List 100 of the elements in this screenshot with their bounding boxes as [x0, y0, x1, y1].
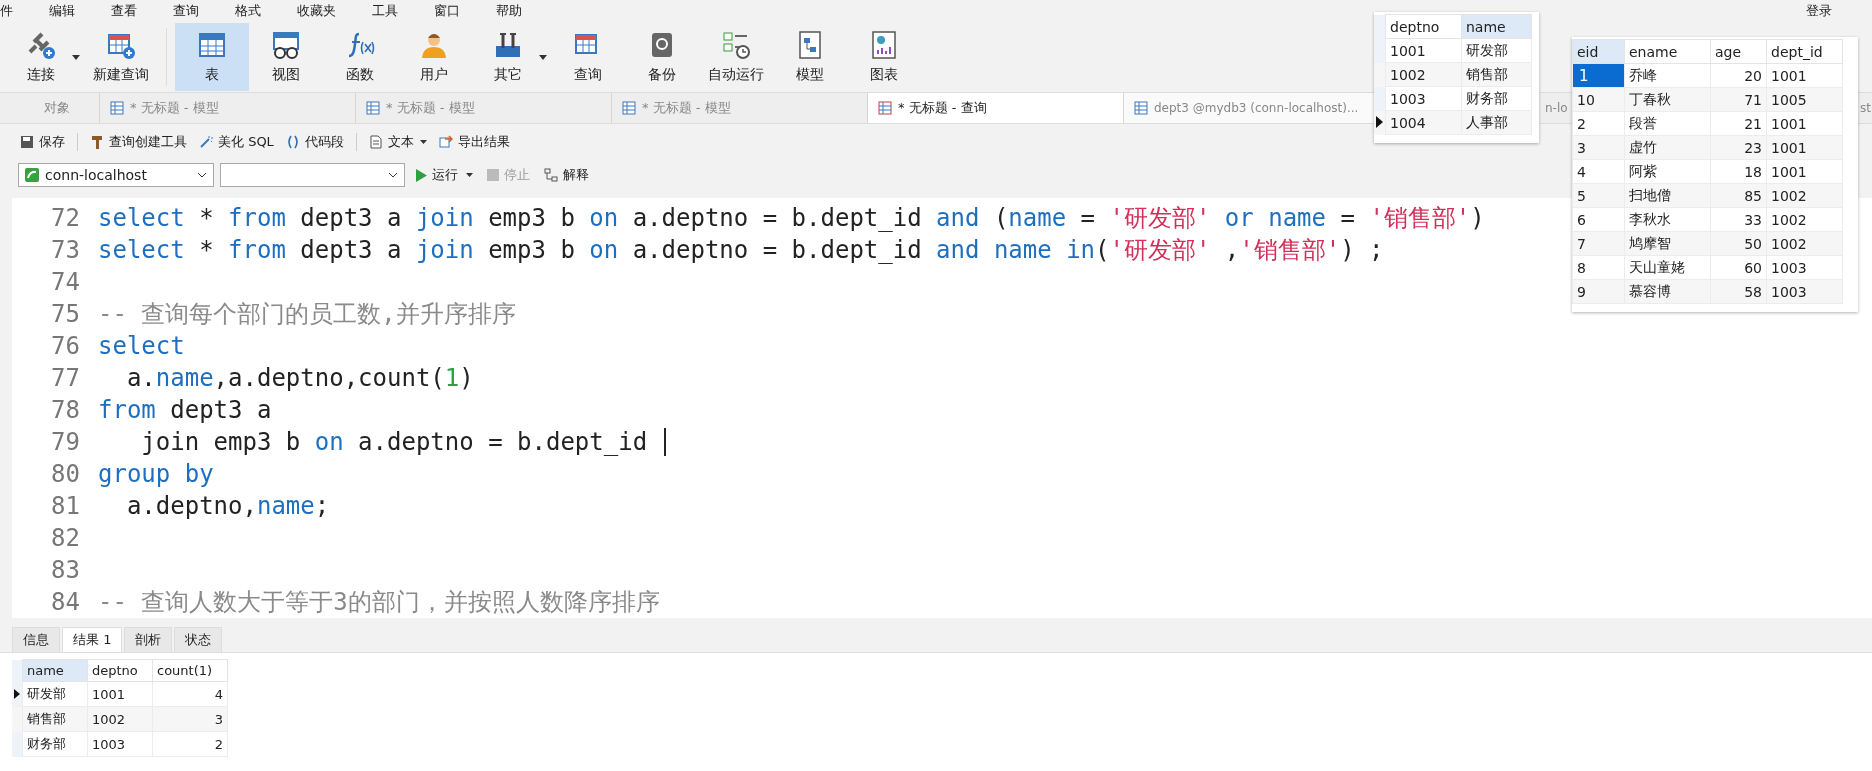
- line-number: 80: [50, 460, 81, 488]
- code-line: join emp3 b on a.deptno = b.dept_id: [140, 428, 649, 456]
- table-cell: 1003: [1766, 255, 1843, 280]
- toolbar-button[interactable]: 保存: [16, 131, 69, 153]
- login-link[interactable]: 登录: [1806, 2, 1832, 20]
- tab[interactable]: 剖析: [124, 627, 173, 652]
- menu-item[interactable]: 工具: [372, 2, 420, 20]
- tab[interactable]: 信息: [12, 627, 60, 652]
- code-line: select * from dept3 a join emp3 b on a.deptno = b.dept_id and name in('研发部' ,'销售部') ;: [98, 235, 1384, 266]
- line-number: 73: [50, 236, 81, 264]
- toolbar-button[interactable]: 用户: [397, 23, 471, 91]
- toolbar-button[interactable]: 视图: [249, 23, 323, 91]
- column-header[interactable]: deptno: [87, 659, 153, 682]
- table-cell: 李秋水: [1624, 207, 1711, 232]
- line-number: 82: [50, 524, 81, 552]
- model-icon: [622, 101, 636, 115]
- query-icon: [878, 101, 892, 115]
- toolbar-button[interactable]: 其它: [471, 23, 545, 91]
- chevron-icon: [197, 172, 207, 178]
- toolbar-button[interactable]: 连接: [4, 23, 78, 91]
- line-number: 81: [50, 492, 81, 520]
- diagram-icon: [544, 168, 558, 182]
- table-cell: 1003: [1385, 86, 1462, 111]
- toolbar-button[interactable]: 导出结果: [434, 131, 514, 153]
- table-cell: 销售部: [22, 706, 88, 732]
- table-cell: 1001: [87, 681, 153, 707]
- menu-item[interactable]: 收藏夹: [297, 2, 358, 20]
- caret-icon[interactable]: [72, 54, 80, 60]
- tab[interactable]: 结果 1: [62, 627, 123, 652]
- table-cell: 扫地僧: [1624, 183, 1711, 208]
- table-icon: [197, 30, 227, 60]
- connection-select[interactable]: conn-localhost: [18, 163, 214, 187]
- code-line: a.deptno,name;: [125, 492, 330, 520]
- table-cell: 1001: [1766, 111, 1843, 136]
- tab[interactable]: * 无标题 - 查询: [868, 93, 1124, 123]
- table-cell: 1004: [1385, 110, 1462, 135]
- table-cell: 1001: [1385, 38, 1462, 63]
- tools-icon: [493, 30, 523, 60]
- table-cell: 8: [1572, 255, 1625, 280]
- menu-item[interactable]: 帮助: [496, 2, 544, 20]
- toolbar-button[interactable]: 查询: [551, 23, 625, 91]
- menu-item[interactable]: 查看: [111, 2, 159, 20]
- toolbar-button[interactable]: 美化 SQL: [195, 131, 278, 153]
- code-line: group by: [98, 460, 214, 488]
- table-cell: 2: [152, 731, 228, 757]
- table-icon: [1134, 101, 1148, 115]
- line-number: 78: [50, 396, 81, 424]
- toolbar-button[interactable]: 备份: [625, 23, 699, 91]
- toolbar-button[interactable]: 模型: [773, 23, 847, 91]
- column-header[interactable]: eid: [1572, 39, 1625, 64]
- column-header[interactable]: age: [1710, 39, 1767, 64]
- chevron-icon: [388, 172, 398, 178]
- table-cell: 财务部: [22, 731, 88, 757]
- explain-button[interactable]: 解释: [540, 164, 593, 186]
- caret-icon[interactable]: [539, 54, 547, 60]
- toolbar-button[interactable]: 文本: [364, 131, 418, 153]
- caret-icon[interactable]: [466, 173, 473, 177]
- column-header[interactable]: deptno: [1385, 14, 1462, 39]
- plug-icon: [26, 30, 56, 60]
- table-cell: 4: [1572, 159, 1625, 184]
- stop-icon: [487, 169, 499, 181]
- table-cell: 段誉: [1624, 111, 1711, 136]
- run-button[interactable]: 运行: [411, 164, 462, 186]
- menu-item[interactable]: 查询: [173, 2, 221, 20]
- toolbar-button[interactable]: 查询创建工具: [86, 131, 191, 153]
- column-header[interactable]: count(1): [152, 659, 228, 682]
- wand-icon: [199, 135, 213, 149]
- column-header[interactable]: name: [22, 659, 88, 682]
- toolbar-button[interactable]: 自动运行: [699, 23, 773, 91]
- line-number: 79: [50, 428, 81, 456]
- table-cell: 21: [1710, 111, 1767, 136]
- menu-item[interactable]: 窗口: [434, 2, 482, 20]
- column-header[interactable]: ename: [1624, 39, 1711, 64]
- table-cell: 乔峰: [1624, 63, 1711, 88]
- caret-icon[interactable]: [419, 140, 427, 144]
- play-icon: [415, 168, 427, 182]
- column-header[interactable]: dept_id: [1766, 39, 1843, 64]
- table-cell: 2: [1572, 111, 1625, 136]
- export-icon: [438, 135, 453, 149]
- table-cell: 虚竹: [1624, 135, 1711, 160]
- line-number: 72: [50, 204, 81, 232]
- view-icon: [271, 30, 301, 60]
- line-number: 84: [50, 588, 81, 616]
- toolbar-button[interactable]: 表: [175, 23, 249, 91]
- schedule-icon: [721, 30, 751, 60]
- table-cell: 4: [152, 681, 228, 707]
- column-header[interactable]: name: [1461, 14, 1532, 39]
- menu-item[interactable]: 编辑: [49, 2, 97, 20]
- line-number: 76: [50, 332, 81, 360]
- toolbar-button[interactable]: 新建查询: [84, 23, 158, 91]
- menu-item[interactable]: 件: [0, 2, 35, 20]
- table-cell: 慕容博: [1624, 279, 1711, 304]
- table-cell: 财务部: [1461, 86, 1532, 111]
- tab[interactable]: 状态: [174, 627, 223, 652]
- line-number: 77: [50, 364, 81, 392]
- toolbar-button[interactable]: 图表: [847, 23, 921, 91]
- toolbar-button[interactable]: 代码段: [281, 131, 348, 153]
- toolbar-button[interactable]: 函数: [323, 23, 397, 91]
- menu-item[interactable]: 格式: [235, 2, 283, 20]
- table-cell: 研发部: [1461, 38, 1532, 63]
